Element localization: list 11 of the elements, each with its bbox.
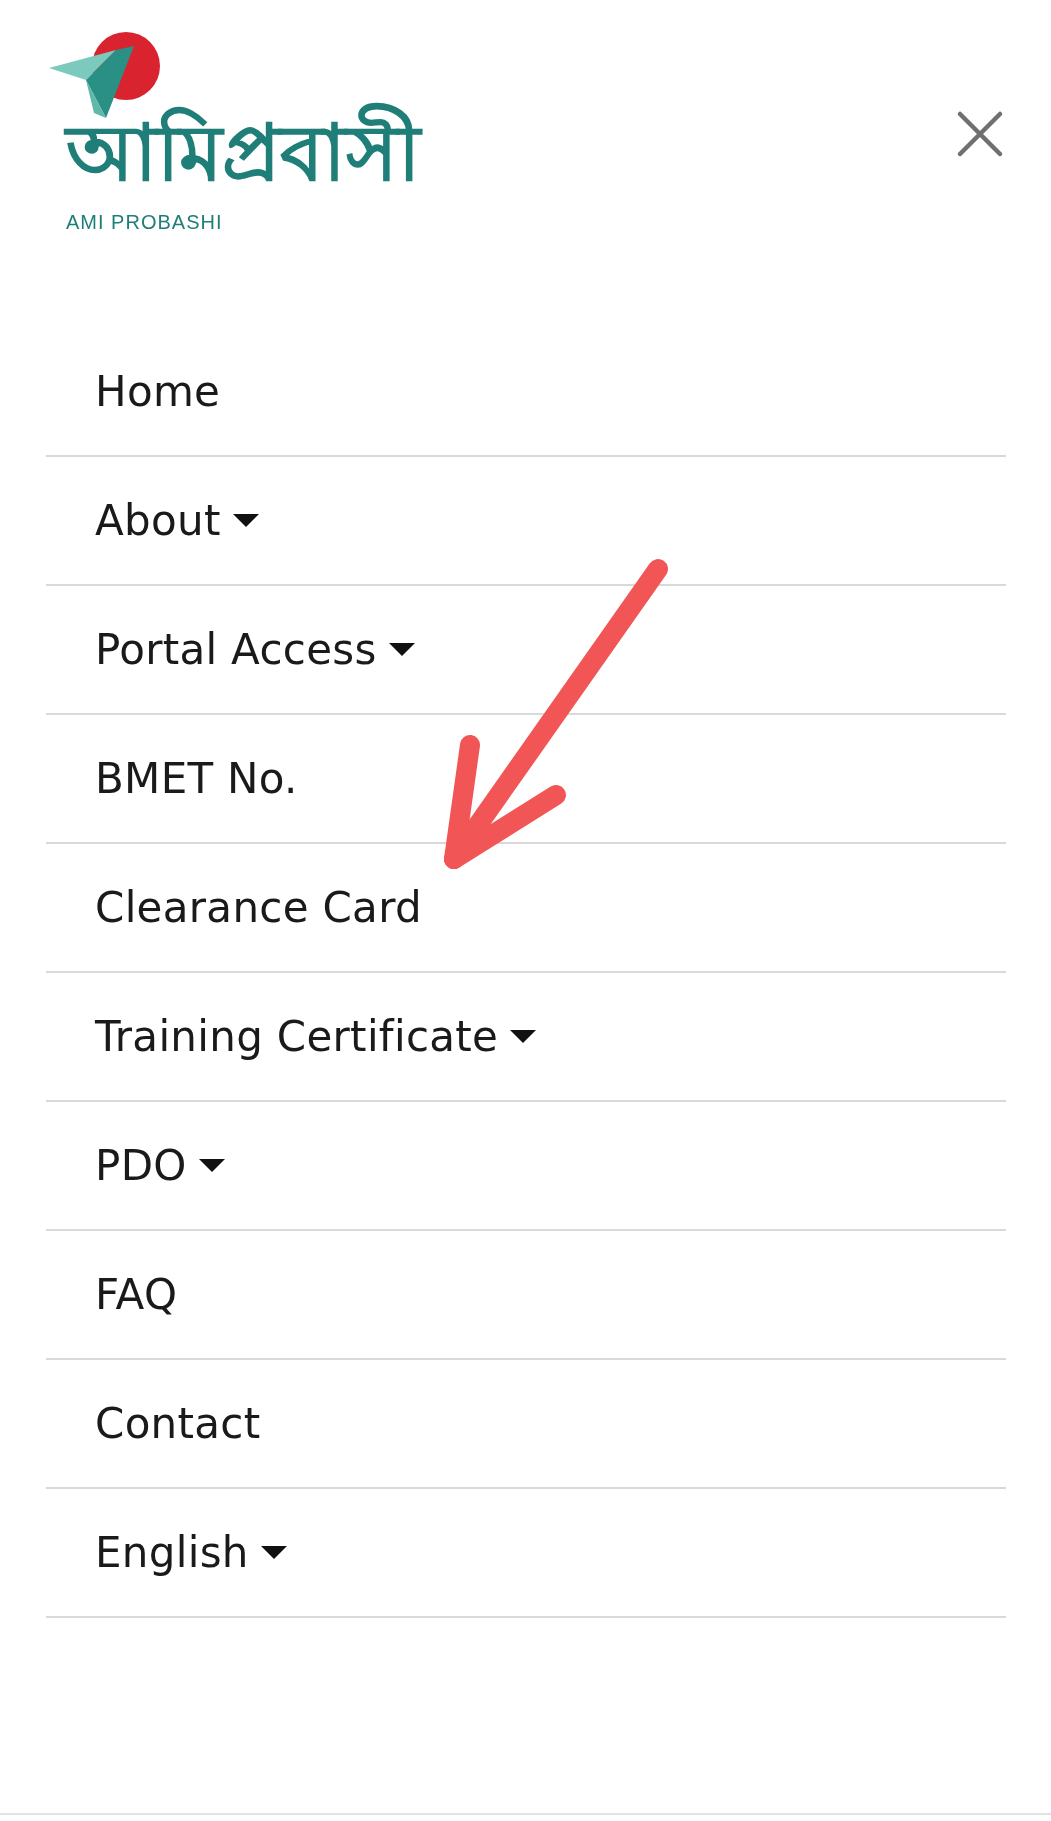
menu-item[interactable]: English <box>46 1489 1006 1618</box>
menu-item[interactable]: Home <box>46 328 1006 457</box>
menu-item[interactable]: BMET No. <box>46 715 1006 844</box>
menu-item[interactable]: FAQ <box>46 1231 1006 1360</box>
menu-item[interactable]: About <box>46 457 1006 586</box>
logo-caption: AMI PROBASHI <box>66 211 223 234</box>
menu-item[interactable]: Portal Access <box>46 586 1006 715</box>
menu-item[interactable]: PDO <box>46 1102 1006 1231</box>
menu-item[interactable]: Clearance Card <box>46 844 1006 973</box>
menu-item[interactable]: Contact <box>46 1360 1006 1489</box>
menu-item[interactable]: Training Certificate <box>46 973 1006 1102</box>
